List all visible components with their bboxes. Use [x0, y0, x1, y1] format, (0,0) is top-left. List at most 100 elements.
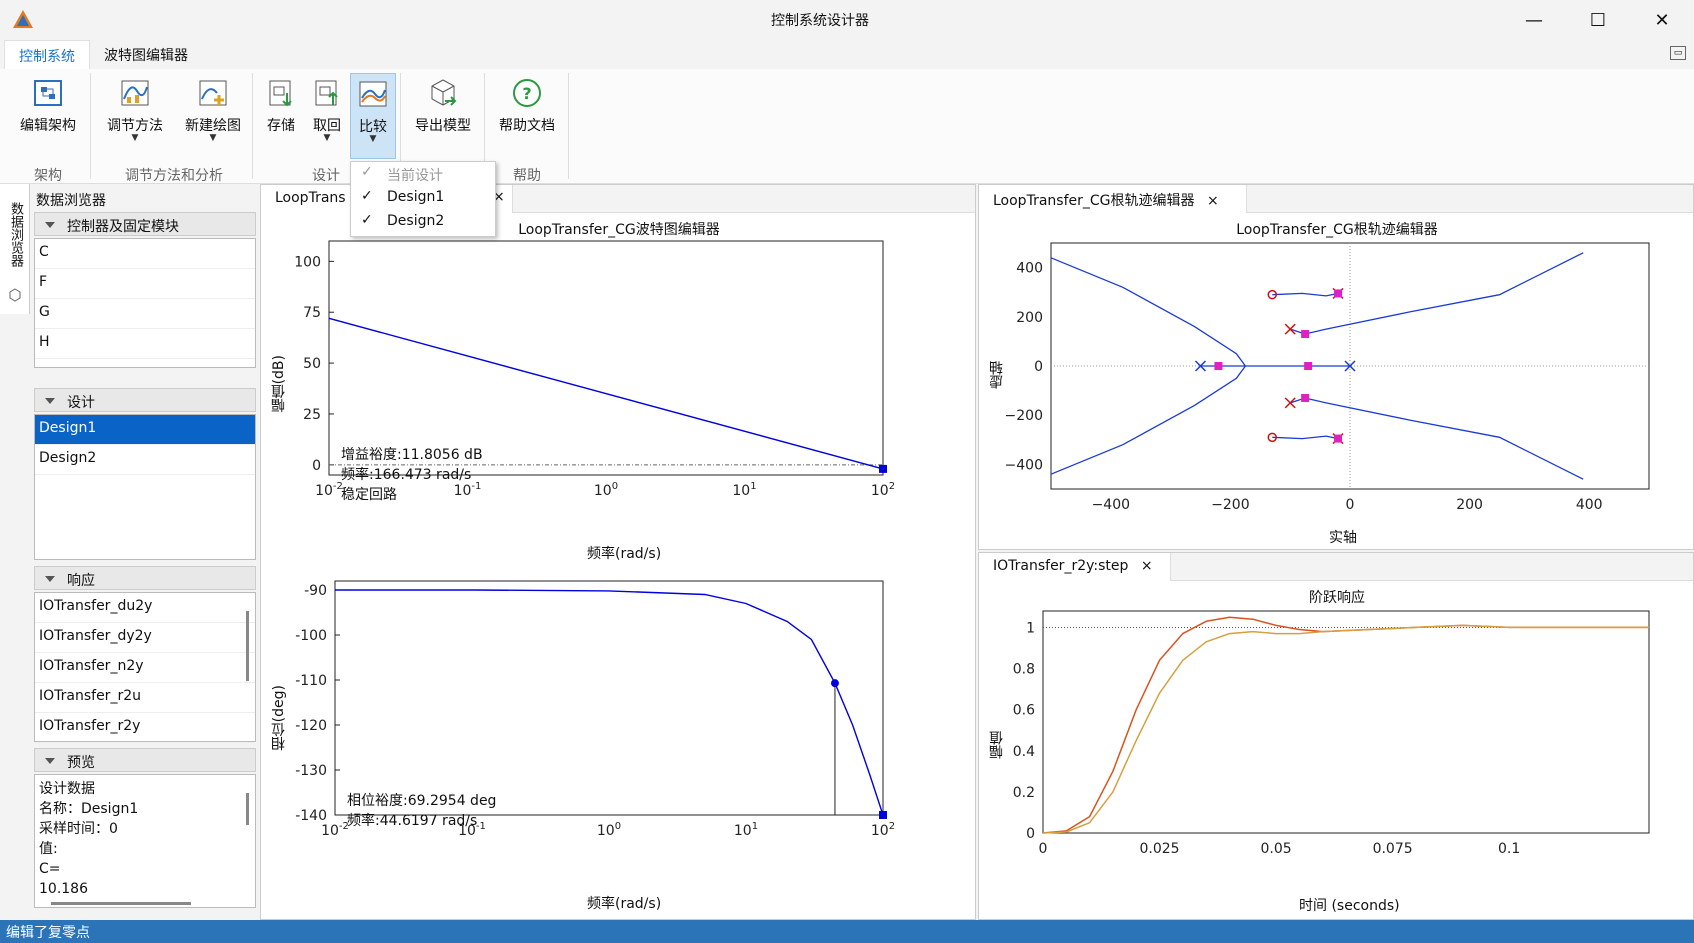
y-tick-label: 0 [312, 458, 321, 474]
list-item[interactable]: Design2 [35, 445, 255, 475]
ribbon-toolbar: 编辑架构 调节方法 ▼ 新建绘图 ▼ 存储 取回 ▼ 比较 ▼ 导出模型 ? 帮… [0, 69, 1694, 184]
status-bar: 编辑了复零点 [0, 920, 1694, 943]
tab-step-response[interactable]: IOTransfer_r2y:step × [979, 553, 1171, 581]
y-tick-label: 0.4 [1013, 744, 1035, 760]
closed-loop-pole-marker [1304, 362, 1313, 370]
maximize-button[interactable]: ☐ [1570, 0, 1626, 40]
list-item[interactable]: H [35, 329, 255, 359]
retrieve-icon [315, 80, 338, 106]
tab-control-system[interactable]: 控制系统 [4, 40, 90, 69]
responses-list: IOTransfer_du2y IOTransfer_dy2y IOTransf… [34, 592, 256, 743]
data-marker [879, 811, 887, 819]
help-docs-button[interactable]: ? 帮助文档 [492, 73, 562, 159]
close-icon[interactable]: × [1207, 193, 1219, 209]
edit-architecture-button[interactable]: 编辑架构 [16, 73, 80, 159]
y-tick-label: -90 [304, 583, 327, 599]
tab-bode-editor[interactable]: 波特图编辑器 [90, 40, 202, 69]
section-header-responses[interactable]: 响应 [34, 566, 256, 590]
y-tick-label: 0.8 [1013, 662, 1035, 678]
group-label-tuning: 调节方法和分析 [125, 168, 223, 184]
x-tick-label: 10-2 [315, 481, 343, 499]
list-item[interactable]: IOTransfer_r2u [35, 683, 255, 713]
retrieve-button[interactable]: 取回 ▼ [306, 73, 348, 159]
y-tick-label: 1 [1026, 620, 1035, 636]
section-header-designs[interactable]: 设计 [34, 388, 256, 412]
rlocus-ylabel: 虚轴 [989, 361, 1005, 389]
x-tick-label: 0.1 [1498, 841, 1520, 857]
x-tick-label: 200 [1456, 497, 1483, 513]
checkmark-icon: ✓ [361, 164, 373, 180]
chevron-down-icon: ▼ [369, 134, 377, 144]
list-item[interactable]: Design1 [35, 415, 255, 445]
responses-scrollbar[interactable] [246, 611, 249, 681]
list-item[interactable]: C [35, 239, 255, 269]
new-plot-button[interactable]: 新建绘图 ▼ [178, 73, 248, 159]
mag-ylabel: 幅值(dB) [271, 355, 287, 413]
step-xlabel: 时间 (seconds) [1299, 898, 1400, 914]
minimize-button[interactable]: — [1506, 0, 1562, 40]
preview-hscrollbar[interactable] [51, 902, 191, 905]
list-item[interactable]: F [35, 269, 255, 299]
preview-line: 采样时间：0 [39, 821, 118, 837]
rlocus-xlabel: 实轴 [1329, 530, 1357, 546]
section-header-controllers[interactable]: 控制器及固定模块 [34, 212, 256, 236]
phase-margin-text: 相位裕度:69.2954 deg [347, 793, 497, 809]
tuning-methods-label: 调节方法 [107, 118, 163, 134]
store-button[interactable]: 存储 [260, 73, 302, 159]
list-item[interactable]: IOTransfer_du2y [35, 593, 255, 623]
compare-button[interactable]: 比较 ▼ [350, 73, 396, 159]
list-item[interactable]: G [35, 299, 255, 329]
compare-icon [359, 81, 387, 107]
cube-icon [9, 288, 21, 302]
list-item[interactable]: IOTransfer_r2y [35, 713, 255, 743]
y-tick-label: 0.6 [1013, 703, 1035, 719]
preview-line: C= [39, 861, 61, 877]
x-tick-label: 101 [732, 481, 756, 499]
collapse-ribbon-icon[interactable]: ▭ [1670, 46, 1686, 60]
section-header-preview[interactable]: 预览 [34, 748, 256, 772]
x-tick-label: 0.025 [1139, 841, 1179, 857]
step-response-plot[interactable]: 0 0.025 0.05 0.075 0.1 0 0.2 0.4 0.6 0.8 1 [979, 603, 1694, 903]
export-model-button[interactable]: 导出模型 [408, 73, 478, 159]
y-tick-label: 75 [303, 305, 321, 321]
root-locus-plot[interactable]: −400 −200 0 200 400 −400 −200 0 200 400 [979, 235, 1694, 535]
menu-item-design1[interactable]: ✓ Design1 [351, 186, 495, 210]
phase-margin-annotation: 相位裕度:69.2954 deg 频率:44.6197 rad/s [347, 791, 496, 831]
plot-frame [334, 580, 884, 816]
data-browser-side-tab[interactable]: 数据浏览器 [0, 184, 30, 314]
x-tick-label: 100 [594, 481, 618, 499]
phase-xlabel: 频率(rad/s) [587, 896, 662, 912]
x-tick-label: 102 [871, 481, 895, 499]
bode-magnitude-plot[interactable]: 025507510010-2 10-1 100 101 102 [261, 235, 977, 555]
close-button[interactable]: ✕ [1634, 0, 1690, 40]
list-item[interactable]: IOTransfer_n2y [35, 653, 255, 683]
ribbon-separator [568, 73, 569, 179]
menu-item-current-design[interactable]: ✓ 当前设计 [351, 162, 495, 186]
list-item[interactable]: IOTransfer_dy2y [35, 623, 255, 653]
menu-bar: 控制系统 波特图编辑器 ▭ [0, 40, 1694, 69]
tab-label: LoopTransfer_CG根轨迹编辑器 [993, 193, 1195, 209]
help-docs-label: 帮助文档 [499, 118, 555, 134]
architecture-icon [34, 80, 62, 106]
chevron-down-icon: ▼ [323, 133, 331, 143]
y-tick-label: 200 [1016, 310, 1043, 326]
gain-margin-freq-text: 频率:166.473 rad/s [341, 467, 472, 483]
preview-line: 10.186 [39, 881, 88, 897]
menu-item-design2[interactable]: ✓ Design2 [351, 210, 495, 234]
app-window: 控制系统设计器 — ☐ ✕ 控制系统 波特图编辑器 ▭ 编辑架构 调节方法 ▼ … [0, 0, 1694, 943]
x-tick-label: 0 [1346, 497, 1355, 513]
ribbon-separator [252, 73, 253, 179]
phase-ylabel: 相位(deg) [271, 685, 287, 751]
svg-text:?: ? [522, 84, 531, 103]
status-text: 编辑了复零点 [6, 925, 90, 941]
preview-scrollbar[interactable] [246, 793, 249, 825]
tab-label: IOTransfer_r2y:step [993, 558, 1129, 574]
tuning-icon [121, 80, 149, 106]
y-tick-label: 50 [303, 356, 321, 372]
tab-root-locus[interactable]: LoopTransfer_CG根轨迹编辑器 × [979, 185, 1247, 213]
gain-margin-annotation: 增益裕度:11.8056 dB 频率:166.473 rad/s 稳定回路 [341, 445, 483, 505]
tuning-methods-button[interactable]: 调节方法 ▼ [100, 73, 170, 159]
close-icon[interactable]: × [1141, 558, 1153, 574]
bode-phase-plot[interactable]: -90-100-110-120-130-14010-2 10-1 100 101 102 [261, 575, 977, 895]
mag-xlabel: 频率(rad/s) [587, 546, 662, 562]
